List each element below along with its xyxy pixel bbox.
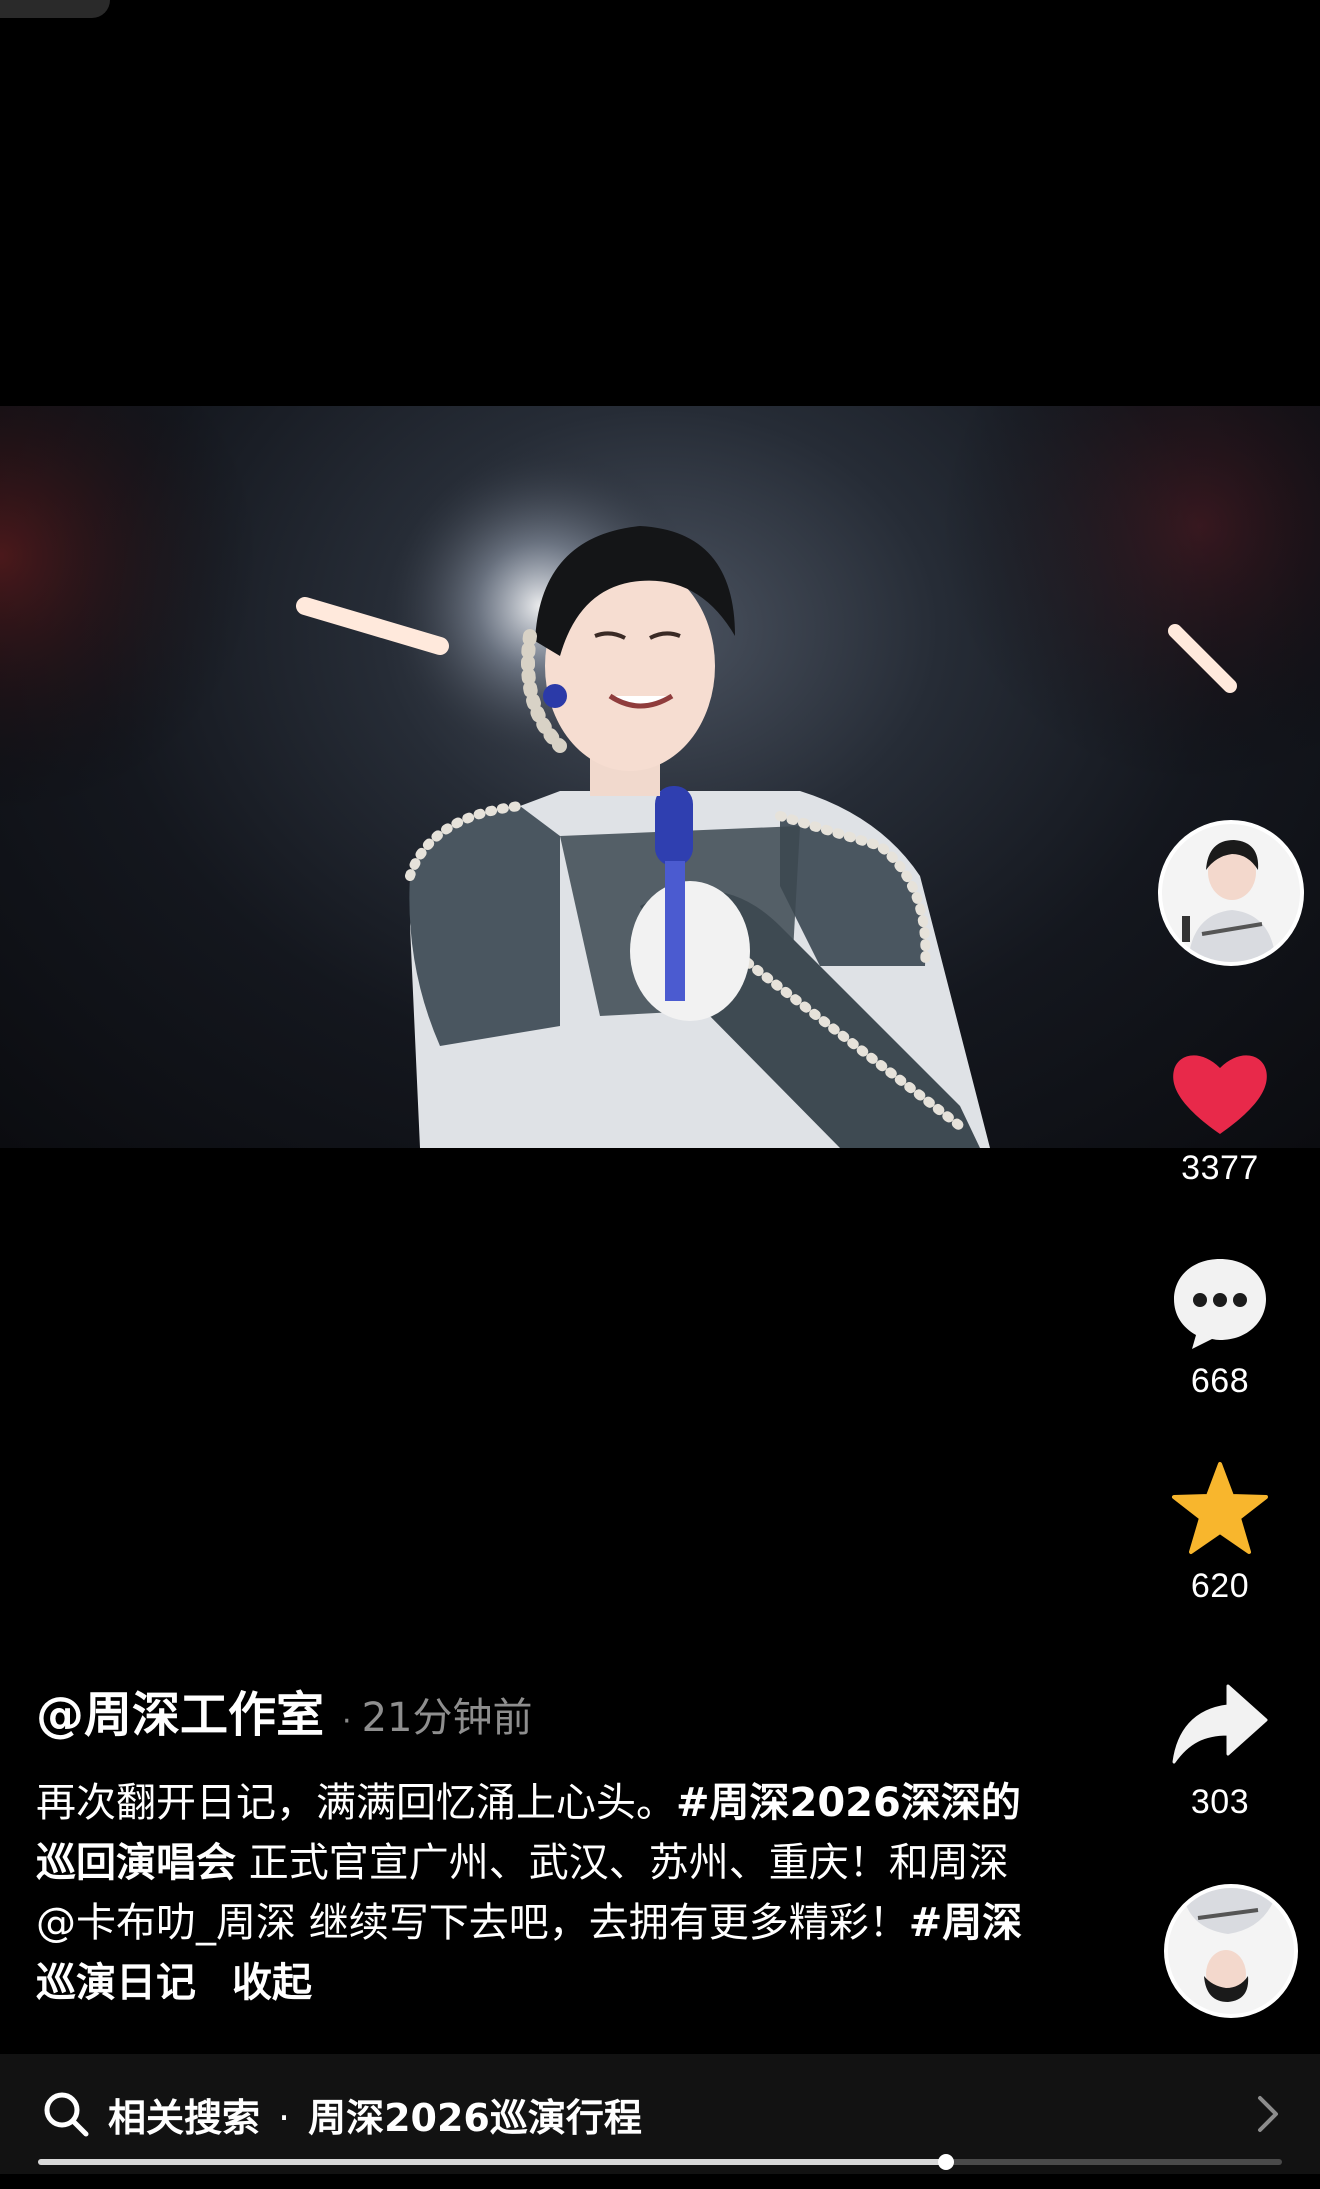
separator-dot: · xyxy=(342,1704,352,1739)
music-disc-avatar-icon[interactable] xyxy=(1164,1884,1298,2018)
profile-avatar-icon[interactable] xyxy=(1158,820,1304,966)
chevron-right-icon xyxy=(1258,2096,1278,2132)
progress-fill xyxy=(38,2159,947,2165)
side-action-bar: 3377 668 620 303 xyxy=(1120,0,1320,2189)
related-search-query: 周深2026巡演行程 xyxy=(308,2095,642,2140)
collapse-button[interactable]: 收起 xyxy=(232,1960,312,2006)
favorite-count: 620 xyxy=(1190,1567,1250,1605)
status-corner xyxy=(0,0,110,18)
heart-icon xyxy=(1173,1055,1267,1134)
share-count: 303 xyxy=(1190,1783,1250,1821)
comment-button[interactable]: 668 xyxy=(1120,1255,1320,1401)
post-info: @周深工作室 · 21分钟前 再次翻开日记，满满回忆涌上心头。#周深2026深深… xyxy=(36,1675,1046,2013)
star-icon xyxy=(1172,1462,1268,1554)
like-button[interactable]: 3377 xyxy=(1120,1048,1320,1188)
favorite-button[interactable]: 620 xyxy=(1120,1460,1320,1606)
related-search-text: 相关搜索 · 周深2026巡演行程 xyxy=(108,2087,642,2142)
share-arrow-icon xyxy=(1172,1684,1268,1764)
author-name[interactable]: @周深工作室 xyxy=(36,1675,324,1745)
share-button[interactable]: 303 xyxy=(1120,1680,1320,1822)
author-row: @周深工作室 · 21分钟前 xyxy=(36,1675,1046,1745)
progress-scrubber-handle[interactable] xyxy=(938,2154,955,2170)
like-count: 3377 xyxy=(1181,1149,1259,1187)
search-icon xyxy=(44,2092,89,2137)
separator-dot: · xyxy=(278,2095,291,2140)
comment-bubble-icon xyxy=(1174,1259,1266,1349)
comment-count: 668 xyxy=(1190,1362,1250,1400)
caption-text: 再次翻开日记，满满回忆涌上心头。 xyxy=(36,1780,676,1826)
playback-progress-bar[interactable] xyxy=(38,2154,1282,2170)
related-search-bar[interactable]: 相关搜索 · 周深2026巡演行程 xyxy=(0,2054,1320,2174)
related-search-label: 相关搜索 xyxy=(108,2095,261,2140)
post-caption: 再次翻开日记，满满回忆涌上心头。#周深2026深深的巡回演唱会 正式官宣广州、武… xyxy=(36,1773,1046,2013)
post-time: 21分钟前 xyxy=(361,1695,533,1741)
